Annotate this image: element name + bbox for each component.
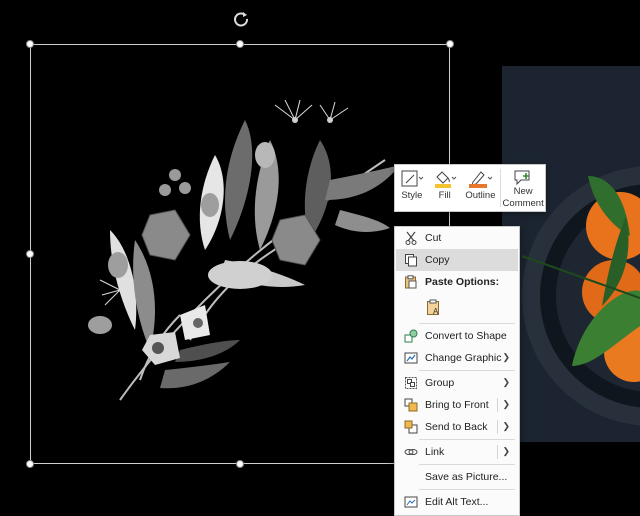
save-picture-icon — [404, 470, 418, 484]
style-icon — [401, 170, 424, 187]
new-comment-button[interactable]: New Comment — [501, 165, 545, 211]
send-to-back-label: Send to Back — [425, 421, 488, 433]
paste-keep-text-icon: A — [426, 299, 442, 317]
link-label: Link — [425, 446, 445, 458]
group-label: Group — [425, 377, 455, 389]
scissors-icon — [404, 231, 418, 245]
submenu-arrow-icon[interactable]: ❯ — [502, 399, 510, 410]
convert-shape-icon — [404, 329, 418, 343]
resize-handle-top-right[interactable] — [446, 40, 454, 48]
menu-item-edit-alt-text[interactable]: Edit Alt Text... — [396, 491, 518, 513]
split-separator — [497, 398, 498, 412]
resize-handle-top[interactable] — [236, 40, 244, 48]
menu-separator — [419, 439, 515, 440]
paste-options-label: Paste Options: — [425, 276, 500, 288]
submenu-arrow-icon[interactable]: ❯ — [502, 421, 510, 432]
menu-separator — [419, 464, 515, 465]
resize-handle-left[interactable] — [26, 250, 34, 258]
menu-item-link[interactable]: Link ❯ — [396, 441, 518, 463]
fill-bucket-icon — [434, 171, 457, 188]
menu-item-send-to-back[interactable]: Send to Back ❯ — [396, 416, 518, 438]
submenu-arrow-icon: ❯ — [502, 377, 510, 387]
style-button[interactable]: Style — [395, 165, 429, 211]
outline-pen-icon — [469, 171, 493, 188]
paste-icon — [404, 275, 418, 289]
copy-icon — [404, 253, 418, 267]
oranges-photo[interactable] — [502, 66, 640, 442]
submenu-arrow-icon: ❯ — [502, 352, 510, 362]
split-separator — [497, 420, 498, 434]
bring-front-icon — [404, 398, 418, 412]
menu-item-convert-to-shape[interactable]: Convert to Shape — [396, 325, 518, 347]
new-comment-label-line1: New — [513, 186, 533, 197]
selection-frame[interactable] — [30, 44, 450, 464]
style-label: Style — [401, 190, 423, 201]
bring-to-front-label: Bring to Front — [425, 399, 489, 411]
slide-canvas[interactable] — [0, 0, 640, 504]
link-icon — [404, 445, 418, 459]
resize-handle-bottom-left[interactable] — [26, 460, 34, 468]
fill-label: Fill — [438, 190, 451, 201]
cut-label: Cut — [425, 232, 442, 244]
resize-handle-top-left[interactable] — [26, 40, 34, 48]
change-graphic-icon — [404, 351, 418, 365]
mini-toolbar: Style Fill Outline New Comment — [394, 164, 546, 212]
edit-alt-text-label: Edit Alt Text... — [425, 496, 489, 508]
send-back-icon — [404, 420, 418, 434]
menu-item-bring-to-front[interactable]: Bring to Front ❯ — [396, 394, 518, 416]
save-as-picture-label: Save as Picture... — [425, 471, 508, 483]
new-comment-icon — [514, 170, 530, 185]
copy-label: Copy — [425, 254, 450, 266]
menu-item-cut[interactable]: Cut — [396, 227, 518, 249]
outline-button[interactable]: Outline — [461, 165, 501, 211]
change-graphic-label: Change Graphic — [425, 352, 502, 364]
new-comment-label-line2: Comment — [502, 198, 544, 209]
menu-item-save-as-picture[interactable]: Save as Picture... — [396, 466, 518, 488]
menu-item-group[interactable]: Group ❯ — [396, 372, 518, 394]
group-icon — [404, 376, 418, 390]
outline-label: Outline — [465, 190, 496, 201]
menu-item-change-graphic[interactable]: Change Graphic ❯ — [396, 347, 518, 369]
fill-button[interactable]: Fill — [429, 165, 461, 211]
split-separator — [497, 445, 498, 459]
menu-item-copy[interactable]: Copy — [396, 249, 518, 271]
paste-options-header: Paste Options: — [396, 271, 518, 293]
context-menu: Cut Copy Paste Options: A Convert to Sha… — [394, 226, 520, 516]
paste-option-keep-text[interactable]: A — [396, 295, 518, 321]
menu-separator — [419, 323, 515, 324]
menu-separator — [419, 370, 515, 371]
menu-separator — [419, 489, 515, 490]
rotate-icon[interactable] — [232, 10, 250, 28]
convert-to-shape-label: Convert to Shape — [425, 330, 507, 342]
resize-handle-bottom[interactable] — [236, 460, 244, 468]
submenu-arrow-icon[interactable]: ❯ — [502, 446, 510, 457]
alt-text-icon — [404, 495, 418, 509]
svg-text:A: A — [433, 307, 439, 316]
